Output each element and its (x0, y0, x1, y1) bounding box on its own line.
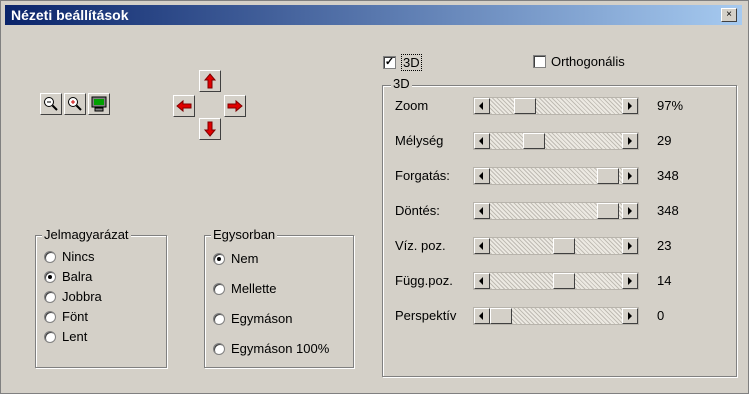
close-button[interactable]: × (721, 8, 737, 22)
arrow-right-icon (227, 99, 243, 113)
window-title: Nézeti beállítások (11, 7, 129, 23)
slider-value-fugg-poz: 14 (657, 273, 672, 288)
radio-icon (44, 250, 56, 263)
pan-down-button[interactable] (199, 118, 221, 140)
slider-label-zoom: Zoom (395, 98, 429, 113)
slider-thumb[interactable] (553, 273, 575, 289)
slider-thumb[interactable] (597, 168, 619, 184)
scroll-right-button[interactable] (622, 203, 638, 219)
three-d-panel-title: 3D (391, 76, 412, 91)
slider-melyseg[interactable] (473, 132, 639, 150)
legend-group-title: Jelmagyarázat (42, 227, 131, 242)
scroll-left-button[interactable] (474, 98, 490, 114)
pan-left-button[interactable] (173, 95, 195, 117)
slider-thumb[interactable] (553, 238, 575, 254)
zoom-out-button[interactable] (40, 93, 62, 115)
scroll-left-button[interactable] (474, 203, 490, 219)
slider-value-forgatas: 348 (657, 168, 679, 183)
scroll-right-button[interactable] (622, 98, 638, 114)
monitor-button[interactable] (88, 93, 110, 115)
scroll-right-button[interactable] (622, 273, 638, 289)
slider-label-forgatas: Forgatás: (395, 168, 450, 183)
scroll-right-button[interactable] (622, 308, 638, 324)
slider-thumb[interactable] (514, 98, 536, 114)
slider-zoom[interactable] (473, 97, 639, 115)
slider-viz-poz[interactable] (473, 237, 639, 255)
scroll-right-button[interactable] (622, 168, 638, 184)
three-d-panel: 3D Zoom 97% Mélység 29 Forgatás: 348 Döntés: 34… (382, 76, 737, 377)
slider-value-dontes: 348 (657, 203, 679, 218)
slider-label-fugg-poz: Függ.poz. (395, 273, 453, 288)
slider-thumb[interactable] (490, 308, 512, 324)
legend-position-group: Jelmagyarázat Nincs Balra Jobbra Fönt Le… (35, 227, 167, 368)
radio-icon (213, 282, 225, 295)
slider-thumb[interactable] (523, 133, 545, 149)
three-d-label: 3D (401, 54, 422, 71)
slider-perspektiv[interactable] (473, 307, 639, 325)
scroll-left-button[interactable] (474, 273, 490, 289)
scroll-right-button[interactable] (622, 238, 638, 254)
orthogonal-label: Orthogonális (551, 54, 625, 69)
radio-selected-icon (44, 270, 56, 283)
inline-radio-egymason[interactable]: Egymáson (213, 310, 292, 327)
checkbox-checked-icon: ✓ (383, 56, 396, 69)
slider-label-dontes: Döntés: (395, 203, 440, 218)
slider-value-zoom: 97% (657, 98, 684, 113)
inline-radio-nem[interactable]: Nem (213, 250, 258, 267)
slider-label-perspektiv: Perspektív (395, 308, 457, 323)
radio-icon (44, 310, 56, 323)
arrow-up-icon (203, 73, 217, 89)
zoom-in-icon (68, 97, 82, 111)
scroll-right-button[interactable] (622, 133, 638, 149)
inline-group: Egysorban Nem Mellette Egymáson Egymáson… (204, 227, 354, 368)
radio-icon (44, 290, 56, 303)
zoom-in-button[interactable] (64, 93, 86, 115)
zoom-out-icon (44, 97, 58, 111)
scroll-left-button[interactable] (474, 238, 490, 254)
legend-radio-balra[interactable]: Balra (44, 268, 92, 285)
slider-thumb[interactable] (597, 203, 619, 219)
scroll-left-button[interactable] (474, 133, 490, 149)
checkbox-icon (533, 55, 546, 68)
scroll-left-button[interactable] (474, 308, 490, 324)
scroll-left-button[interactable] (474, 168, 490, 184)
inline-group-title: Egysorban (211, 227, 278, 242)
slider-label-melyseg: Mélység (395, 133, 444, 148)
three-d-checkbox[interactable]: ✓ 3D (383, 54, 422, 71)
inline-radio-mellette[interactable]: Mellette (213, 280, 277, 297)
radio-icon (44, 330, 56, 343)
pan-right-button[interactable] (224, 95, 246, 117)
legend-radio-font[interactable]: Fönt (44, 308, 88, 325)
slider-fugg-poz[interactable] (473, 272, 639, 290)
slider-label-viz-poz: Víz. poz. (395, 238, 446, 253)
slider-dontes[interactable] (473, 202, 639, 220)
legend-radio-jobbra[interactable]: Jobbra (44, 288, 102, 305)
orthogonal-checkbox[interactable]: Orthogonális (533, 54, 625, 69)
monitor-icon (91, 96, 107, 112)
inline-radio-egymason-100[interactable]: Egymáson 100% (213, 340, 329, 357)
title-bar[interactable]: Nézeti beállítások × (5, 5, 742, 25)
dialog-window: Nézeti beállítások × Jelmagyarázat Nincs… (0, 0, 749, 394)
pan-up-button[interactable] (199, 70, 221, 92)
legend-radio-lent[interactable]: Lent (44, 328, 87, 345)
legend-radio-nincs[interactable]: Nincs (44, 248, 95, 265)
radio-selected-icon (213, 252, 225, 265)
slider-value-melyseg: 29 (657, 133, 672, 148)
slider-forgatas[interactable] (473, 167, 639, 185)
radio-icon (213, 312, 225, 325)
slider-value-viz-poz: 23 (657, 238, 672, 253)
arrow-down-icon (203, 121, 217, 137)
slider-value-perspektiv: 0 (657, 308, 665, 323)
arrow-left-icon (176, 99, 192, 113)
radio-icon (213, 342, 225, 355)
